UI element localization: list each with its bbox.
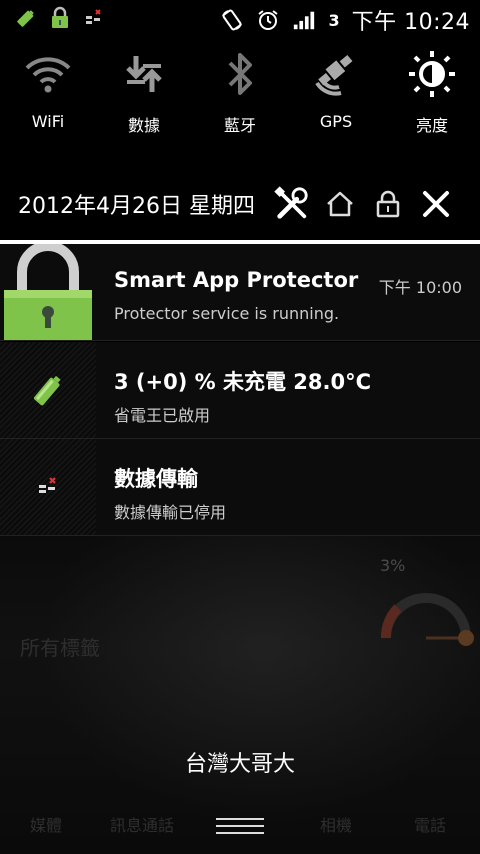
rotation-icon	[220, 8, 244, 32]
quick-setting-data[interactable]: 數據	[96, 48, 192, 148]
close-icon[interactable]	[418, 184, 454, 224]
background-dock-label: 媒體	[30, 816, 63, 835]
quick-setting-label: 藍牙	[223, 116, 256, 135]
gps-icon	[306, 48, 366, 100]
quick-setting-label: 數據	[127, 116, 160, 135]
notification-subtitle: Protector service is running.	[114, 304, 340, 323]
background-percent-label: 3%	[380, 556, 406, 575]
date-label: 2012年4月26日 星期四	[18, 194, 255, 219]
notification-subtitle: 省電王已啟用	[114, 406, 211, 425]
data-transfer-icon	[82, 6, 106, 30]
signal-icon	[292, 8, 316, 32]
background-dock-label: 訊息通話	[110, 816, 175, 835]
background-tags-label: 所有標籤	[20, 636, 100, 660]
status-time: 下午 10:24	[351, 10, 470, 35]
bluetooth-icon	[210, 48, 270, 100]
notification-title: Smart App Protector	[114, 268, 359, 292]
date-row-icons	[274, 184, 454, 224]
notification-smart-app-protector[interactable]: Smart App Protector Protector service is…	[0, 244, 480, 341]
network-type-label: 3	[328, 10, 340, 30]
lock-icon	[48, 6, 72, 30]
carrier-label: 台灣大哥大	[184, 752, 295, 777]
lock-screen-icon[interactable]	[370, 184, 406, 224]
notification-battery[interactable]: 3 (+0) % 未充電 28.0°C 省電王已啟用	[0, 342, 480, 439]
wifi-icon	[18, 48, 78, 100]
background-gauge-icon	[381, 593, 474, 646]
brightness-icon	[402, 48, 462, 100]
quick-setting-brightness[interactable]: 亮度	[384, 48, 480, 148]
quick-setting-wifi[interactable]: WiFi	[0, 48, 96, 148]
handle-line	[216, 832, 264, 834]
quick-settings-row: WiFi 數據 藍牙 GPS 亮度	[0, 48, 480, 148]
home-icon[interactable]	[322, 184, 358, 224]
notification-data-transfer[interactable]: 數據傳輸 數據傳輸已停用	[0, 439, 480, 536]
alarm-icon	[256, 8, 280, 32]
notification-title: 3 (+0) % 未充電 28.0°C	[114, 370, 372, 394]
data-icon	[114, 48, 174, 100]
home-screen-background: 所有標籤 3% 媒體 訊息通話 相機 電話	[0, 536, 480, 854]
notification-time: 下午 10:00	[378, 278, 462, 297]
battery-icon	[0, 342, 96, 438]
quick-setting-bluetooth[interactable]: 藍牙	[192, 48, 288, 148]
battery-saver-icon	[14, 6, 38, 30]
drag-handle[interactable]	[216, 818, 264, 834]
data-transfer-icon	[0, 439, 96, 535]
background-dock-label: 電話	[414, 816, 447, 835]
background-dock-label: 相機	[320, 816, 353, 835]
quick-setting-gps[interactable]: GPS	[288, 48, 384, 148]
status-bar: 3 下午 10:24	[0, 0, 480, 38]
quick-setting-label: WiFi	[31, 112, 65, 131]
notification-title: 數據傳輸	[114, 467, 198, 491]
quick-setting-label: 亮度	[415, 116, 448, 135]
quick-setting-label: GPS	[319, 112, 353, 131]
notification-subtitle: 數據傳輸已停用	[114, 503, 227, 522]
handle-line	[216, 818, 264, 820]
settings-tools-icon[interactable]	[274, 184, 310, 224]
handle-line	[216, 825, 264, 827]
date-row: 2012年4月26日 星期四	[0, 170, 480, 240]
status-left-icons	[14, 6, 106, 30]
status-right-icons: 3 下午 10:24	[220, 4, 470, 36]
padlock-icon	[0, 244, 96, 340]
